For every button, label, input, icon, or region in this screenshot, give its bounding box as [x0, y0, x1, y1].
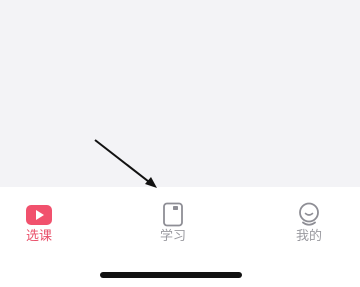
content-area [0, 0, 360, 187]
tab-study[interactable]: 学习 [128, 187, 218, 257]
home-indicator [100, 272, 242, 278]
profile-face-icon [299, 202, 319, 226]
tab-label-mine: 我的 [295, 229, 322, 244]
tab-label-study: 学习 [159, 229, 186, 244]
tab-mine[interactable]: 我的 [264, 187, 354, 257]
tab-select-course[interactable]: 选课 [0, 187, 84, 257]
tab-label-select-course: 选课 [25, 229, 52, 244]
notebook-icon [163, 202, 183, 227]
video-play-icon [26, 205, 52, 225]
